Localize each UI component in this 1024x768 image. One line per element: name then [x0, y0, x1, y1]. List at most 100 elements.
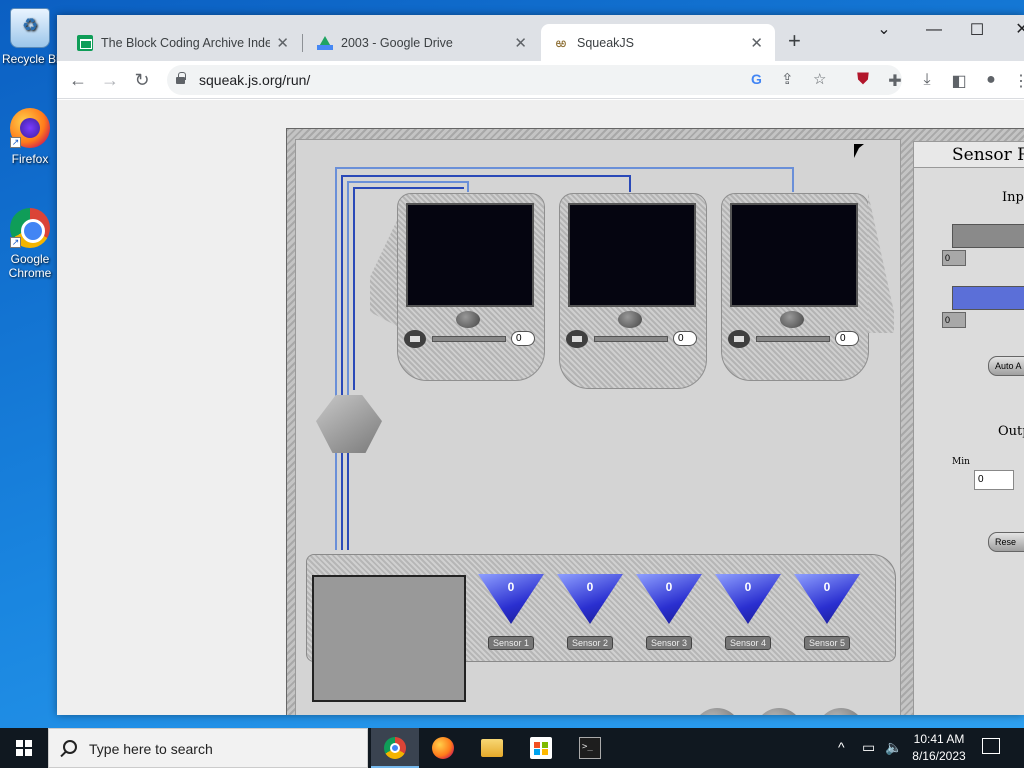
open-button[interactable] — [817, 708, 865, 715]
start-button[interactable] — [0, 728, 48, 768]
maximize-button[interactable]: ☐ — [957, 20, 997, 40]
squeak-world[interactable]: 0 0 0 0 Sensor 1 0 Sensor 2 0 Sensor 3 0… — [286, 128, 1024, 715]
downloads-icon[interactable]: ⤓ — [917, 71, 937, 89]
monitor-screen — [730, 203, 858, 307]
reload-button[interactable]: ↻ — [129, 67, 155, 93]
sensor-4[interactable]: 0 Sensor 4 — [715, 574, 781, 650]
sensor-display-box[interactable] — [312, 575, 466, 702]
clock-date: 8/16/2023 — [912, 749, 966, 763]
range-value[interactable]: 0 — [942, 312, 966, 328]
taskbar-app-firefox[interactable] — [419, 728, 467, 768]
forward-button[interactable]: → — [97, 67, 123, 93]
tab-google-drive[interactable]: 2003 - Google Drive ✕ — [305, 24, 539, 61]
folder-icon[interactable] — [404, 330, 426, 348]
monitor-slider[interactable] — [756, 336, 830, 342]
desktop-icon-firefox[interactable]: ↗ Firefox — [2, 108, 58, 166]
reset-button[interactable]: Rese — [988, 532, 1024, 552]
tab-title: The Block Coding Archive Index — [101, 35, 271, 50]
url-text[interactable]: squeak.js.org/run/ — [199, 72, 310, 88]
folder-icon[interactable] — [728, 330, 750, 348]
sensor-5[interactable]: 0 Sensor 5 — [794, 574, 860, 650]
monitor-slider[interactable] — [432, 336, 506, 342]
sensor-1[interactable]: 0 Sensor 1 — [478, 574, 544, 650]
monitor-slider[interactable] — [594, 336, 668, 342]
taskbar-search[interactable]: Type here to search — [48, 728, 368, 768]
desktop-icon-label: Firefox — [11, 152, 49, 166]
tab-squeakjs[interactable]: ఱ SqueakJS ✕ — [541, 24, 775, 61]
sensor-range-panel[interactable]: Sensor Ra Inpu 0 0 Auto A Outp Min 0 Res… — [913, 141, 1024, 715]
sensor-label: Sensor 5 — [804, 636, 850, 650]
monitor-3[interactable]: 0 — [721, 193, 869, 381]
range-value[interactable]: 0 — [942, 250, 966, 266]
network-icon[interactable]: ▭ — [862, 739, 875, 756]
tab-search-button[interactable]: ⌄ — [864, 19, 904, 39]
menu-kebab-icon[interactable]: ⋮ — [1011, 71, 1024, 91]
sensor-value[interactable]: 0 — [715, 574, 781, 624]
close-icon[interactable]: ✕ — [750, 34, 763, 52]
notifications-icon[interactable] — [982, 738, 1000, 754]
sensor-label: Sensor 4 — [725, 636, 771, 650]
volume-icon[interactable]: 🔈 — [885, 739, 902, 756]
tab-block-coding-archive[interactable]: The Block Coding Archive Index ✕ — [65, 24, 301, 61]
recycle-bin-icon — [10, 8, 50, 48]
windows-logo-icon — [16, 740, 32, 756]
play-knob[interactable] — [456, 311, 480, 328]
sensor-value[interactable]: 0 — [636, 574, 702, 624]
back-button[interactable]: ← — [65, 67, 91, 93]
sensor-3[interactable]: 0 Sensor 3 — [636, 574, 702, 650]
sensor-value[interactable]: 0 — [557, 574, 623, 624]
min-input[interactable]: 0 — [974, 470, 1014, 490]
address-bar[interactable]: squeak.js.org/run/ G ⇪ ☆ — [167, 65, 902, 95]
taskbar-app-chrome[interactable] — [371, 728, 419, 768]
monitor-value[interactable]: 0 — [835, 331, 859, 346]
search-placeholder: Type here to search — [89, 741, 213, 757]
new-tab-button[interactable]: + — [788, 28, 801, 54]
bookmark-star-icon[interactable]: ☆ — [813, 70, 826, 88]
profile-avatar-icon[interactable]: ● — [981, 71, 1001, 89]
record-button[interactable] — [693, 708, 741, 715]
desktop-icon-chrome[interactable]: ↗ Google Chrome — [2, 208, 58, 280]
ublock-extension-icon[interactable]: ⛊ — [853, 71, 873, 89]
auto-adjust-button[interactable]: Auto A — [988, 356, 1024, 376]
play-knob[interactable] — [618, 311, 642, 328]
store-icon — [530, 737, 552, 759]
taskbar-app-terminal[interactable]: >_ — [566, 728, 614, 768]
input-label: Inpu — [1002, 190, 1024, 205]
google-lens-icon[interactable]: G — [751, 71, 762, 87]
close-icon[interactable]: ✕ — [514, 34, 527, 52]
tab-separator — [302, 34, 303, 52]
input-range-bar-1[interactable] — [952, 224, 1024, 248]
save-button[interactable] — [755, 708, 803, 715]
show-hidden-icons-chevron-icon[interactable]: ^ — [838, 739, 845, 755]
input-range-bar-2[interactable] — [952, 286, 1024, 310]
monitor-screen — [406, 203, 534, 307]
close-icon[interactable]: ✕ — [276, 34, 289, 52]
sensor-value[interactable]: 0 — [478, 574, 544, 624]
firefox-icon — [432, 737, 454, 759]
lock-icon[interactable] — [176, 72, 186, 84]
taskbar-app-file-explorer[interactable] — [468, 728, 516, 768]
system-clock[interactable]: 10:41 AM 8/16/2023 — [906, 731, 972, 765]
sensor-label: Sensor 2 — [567, 636, 613, 650]
minimize-button[interactable]: — — [914, 21, 954, 39]
monitor-value[interactable]: 0 — [511, 331, 535, 346]
share-icon[interactable]: ⇪ — [781, 70, 794, 88]
monitor-2[interactable]: 0 — [559, 193, 707, 389]
taskbar-app-store[interactable] — [517, 728, 565, 768]
desktop-icon-label: Recycle Bin — [2, 52, 58, 66]
play-knob[interactable] — [780, 311, 804, 328]
monitor-1[interactable]: 0 — [397, 193, 545, 381]
sensor-2[interactable]: 0 Sensor 2 — [557, 574, 623, 650]
sensor-value[interactable]: 0 — [794, 574, 860, 624]
close-window-button[interactable]: ✕ — [1002, 19, 1024, 39]
extensions-puzzle-icon[interactable]: ✚ — [885, 71, 905, 91]
folder-icon[interactable] — [566, 330, 588, 348]
monitor-value[interactable]: 0 — [673, 331, 697, 346]
sensor-label: Sensor 1 — [488, 636, 534, 650]
side-panel-icon[interactable]: ◧ — [949, 71, 969, 91]
desktop-icon-recycle-bin[interactable]: Recycle Bin — [2, 8, 58, 66]
terminal-icon: >_ — [579, 737, 601, 759]
sensor-lab-panel[interactable]: 0 0 0 0 Sensor 1 0 Sensor 2 0 Sensor 3 0… — [295, 139, 901, 715]
shortcut-arrow-icon: ↗ — [10, 137, 21, 148]
folder-icon — [481, 739, 503, 757]
